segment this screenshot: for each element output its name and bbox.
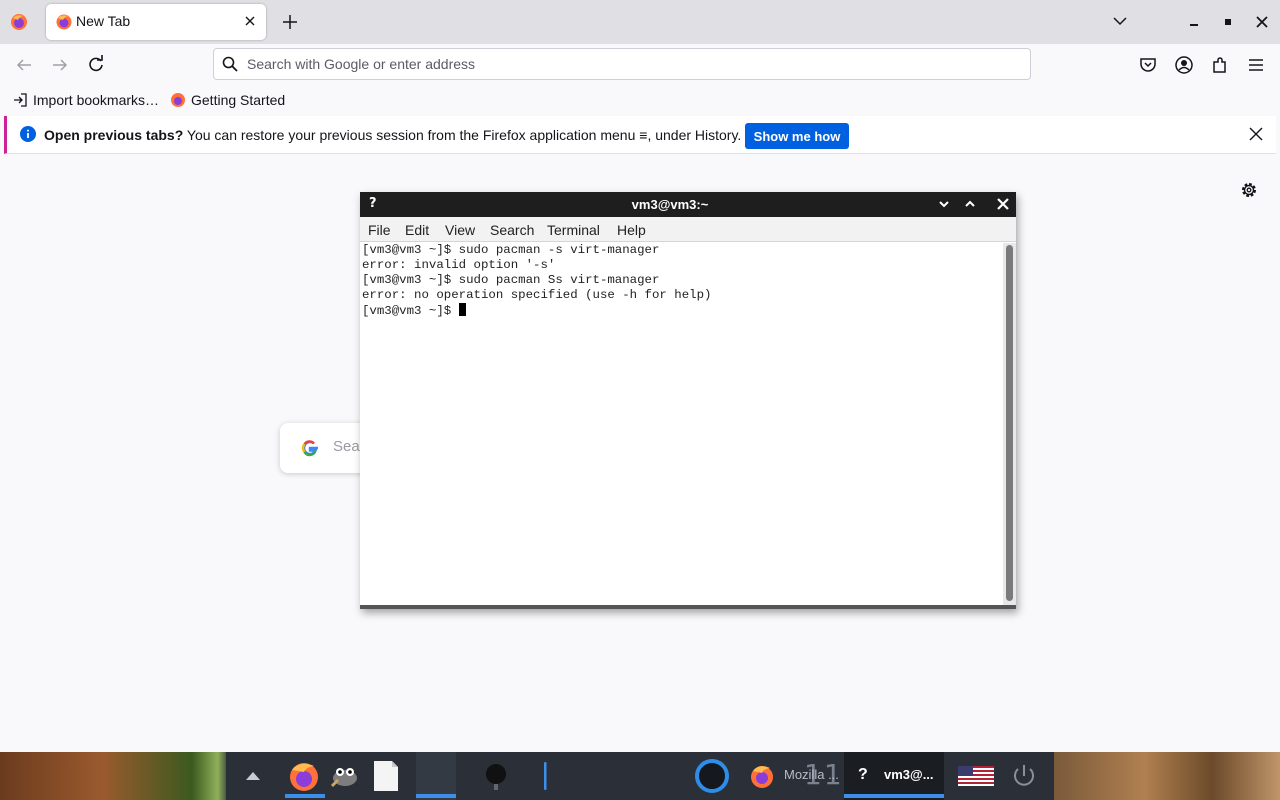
google-search-box[interactable]: Sea [280,423,370,473]
menu-file[interactable]: File [368,222,391,238]
google-search-placeholder: Sea [333,438,360,455]
terminal-screen[interactable]: [vm3@vm3 ~]$ sudo pacman -s virt-manager… [360,243,1002,605]
terminal-line: error: no operation specified (use -h fo… [362,288,712,302]
personalize-settings-icon[interactable] [1240,181,1258,199]
menu-search[interactable]: Search [490,222,534,238]
notification-text: You can restore your previous session fr… [183,127,742,143]
menu-view[interactable]: View [445,222,475,238]
account-icon[interactable] [1174,55,1194,75]
menu-help[interactable]: Help [617,222,646,238]
terminal-scrollbar[interactable] [1003,243,1016,605]
search-icon [222,56,238,72]
close-window-icon[interactable] [1252,12,1272,32]
task-terminal-icon: ? [858,766,868,783]
tab-title: New Tab [76,13,131,29]
desktop-item[interactable] [416,752,456,800]
terminal-line: [vm3@vm3 ~]$ sudo pacman Ss virt-manager [362,273,660,287]
terminal-cursor [458,303,466,316]
terminal-line: [vm3@vm3 ~]$ sudo pacman -s virt-manager [362,243,660,257]
getting-started-label: Getting Started [191,92,286,108]
us-flag-icon[interactable] [958,766,994,786]
new-tab-icon[interactable] [280,12,300,32]
getting-started-link[interactable]: Getting Started [170,90,285,110]
active-indicator [285,794,325,798]
firefox-task-icon[interactable] [748,762,776,790]
extensions-icon[interactable] [1210,55,1230,75]
app-menu-icon[interactable] [1246,55,1266,75]
session-restore-notification: Open previous tabs? You can restore your… [4,116,1276,154]
terminal-line: error: invalid option '-s' [362,258,556,272]
firefox-icon [56,14,72,30]
circle-launcher-icon[interactable] [694,758,730,794]
active-indicator [844,794,944,798]
tab-bar: New Tab [0,0,1280,44]
import-bookmarks-label: Import bookmarks… [33,92,160,108]
bookmarks-toolbar: Import bookmarks… Getting Started [0,86,1280,114]
show-me-how-button[interactable]: Show me how [745,123,849,149]
notification-message: Open previous tabs? You can restore your… [44,127,741,143]
address-bar[interactable] [213,48,1031,80]
chevron-up-icon[interactable] [963,197,977,211]
volume-slider-icon[interactable] [538,760,552,792]
close-tab-icon[interactable] [242,13,258,29]
pocket-icon[interactable] [1138,55,1158,75]
navigation-toolbar [0,44,1280,86]
firefox-icon [171,93,185,107]
terminal-titlebar[interactable]: ? vm3@vm3:~ [360,192,1016,217]
tab-new-tab[interactable]: New Tab [46,4,266,40]
wallpaper-strip [1054,752,1280,800]
maximize-icon[interactable] [1218,12,1238,32]
window-bottom-border [360,605,1016,609]
firefox-view-icon[interactable] [9,12,29,32]
terminal-prompt-line: [vm3@vm3 ~]$ [362,303,1000,318]
terminal-prompt: [vm3@vm3 ~]$ [362,304,459,318]
task-terminal-label: vm3@... [884,767,934,782]
terminal-menubar: File Edit View Search Terminal Help [360,217,1016,242]
scrollbar-thumb[interactable] [1006,245,1013,601]
menu-edit[interactable]: Edit [405,222,429,238]
terminal-window: ? vm3@vm3:~ File Edit View Search Termin… [360,192,1016,609]
gimp-icon[interactable] [328,760,362,792]
active-indicator [416,794,456,798]
close-icon[interactable] [996,197,1010,211]
reload-icon[interactable] [84,53,108,77]
google-icon [301,440,318,457]
microphone-icon[interactable] [484,762,508,792]
chevron-up-icon[interactable] [244,768,262,784]
forward-icon[interactable] [48,53,72,77]
import-bookmarks-link[interactable]: Import bookmarks… [12,90,159,110]
info-icon [20,126,36,142]
taskbar: 11:23PM Mozilla ... ? vm3@... [0,752,1280,800]
terminal-title: vm3@vm3:~ [631,197,709,212]
taskbar-panel: 11:23PM Mozilla ... ? vm3@... [226,752,1054,800]
power-icon[interactable] [1010,762,1038,790]
menu-terminal[interactable]: Terminal [547,222,600,238]
back-icon[interactable] [12,53,36,77]
task-firefox-label[interactable]: Mozilla ... [784,767,839,782]
firefox-launcher-icon[interactable] [286,758,322,794]
chevron-down-icon[interactable] [937,197,951,211]
close-notification-icon[interactable] [1248,126,1264,142]
minimize-icon[interactable] [1184,12,1204,32]
notification-title: Open previous tabs? [44,127,184,143]
address-input[interactable] [247,53,1007,75]
list-all-tabs-icon[interactable] [1111,12,1129,30]
import-icon [14,93,27,107]
file-icon[interactable] [372,759,400,793]
